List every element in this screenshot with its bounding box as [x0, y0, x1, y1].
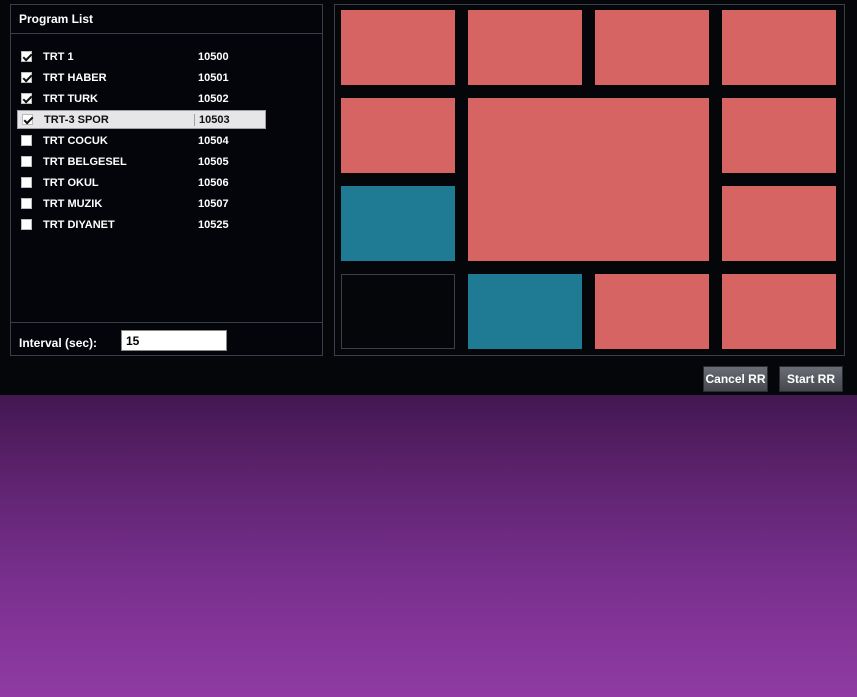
program-row[interactable]: TRT HABER 10501 — [17, 68, 266, 87]
program-id: 10500 — [198, 50, 229, 63]
video-tile[interactable] — [722, 274, 836, 349]
program-row[interactable]: TRT MUZIK 10507 — [17, 194, 266, 213]
program-name: TRT 1 — [43, 50, 74, 63]
program-checkbox[interactable] — [21, 177, 32, 188]
program-row[interactable]: TRT TURK 10502 — [17, 89, 266, 108]
program-checkbox[interactable] — [21, 219, 32, 230]
program-checkbox[interactable] — [21, 156, 32, 167]
video-tile[interactable] — [722, 98, 836, 173]
video-tile[interactable] — [341, 186, 455, 261]
program-checkbox[interactable] — [21, 51, 32, 62]
video-tile[interactable] — [341, 274, 455, 349]
program-name: TRT OKUL — [43, 176, 99, 189]
program-list-panel: Program List TRT 1 10500 TRT HABER 10501 TRT… — [10, 4, 323, 356]
program-checkbox[interactable] — [22, 114, 33, 125]
interval-input[interactable] — [121, 330, 227, 351]
program-id: 10505 — [198, 155, 229, 168]
program-row[interactable]: TRT 1 10500 — [17, 47, 266, 66]
video-tile[interactable] — [341, 98, 455, 173]
video-tile[interactable] — [722, 186, 836, 261]
program-checkbox[interactable] — [21, 198, 32, 209]
program-checkbox[interactable] — [21, 72, 32, 83]
program-id: 10504 — [198, 134, 229, 147]
program-name: TRT MUZIK — [43, 197, 103, 210]
program-name: TRT BELGESEL — [43, 155, 127, 168]
program-name: TRT-3 SPOR — [44, 113, 109, 126]
program-checkbox[interactable] — [21, 135, 32, 146]
program-id: 10501 — [198, 71, 229, 84]
program-id: 10502 — [198, 92, 229, 105]
program-row[interactable]: TRT DIYANET 10525 — [17, 215, 266, 234]
program-name: TRT TURK — [43, 92, 98, 105]
program-row[interactable]: TRT-3 SPOR 10503 — [17, 110, 266, 129]
program-name: TRT DIYANET — [43, 218, 115, 231]
video-tile[interactable] — [341, 10, 455, 85]
interval-label: Interval (sec): — [19, 336, 98, 350]
video-tile[interactable] — [595, 274, 709, 349]
video-tile[interactable] — [468, 274, 582, 349]
reflection-area: Program List TRT 110500TRT HABER10501TRT… — [0, 395, 857, 697]
reflection-tint — [0, 395, 857, 697]
video-tile[interactable] — [468, 98, 709, 261]
program-id: 10503 — [194, 113, 259, 126]
program-checkbox[interactable] — [21, 93, 32, 104]
video-tile[interactable] — [468, 10, 582, 85]
program-name: TRT COCUK — [43, 134, 108, 147]
mosaic-grid — [334, 4, 845, 356]
panel-title: Program List — [19, 12, 94, 26]
start-rr-button[interactable]: Start RR — [779, 366, 843, 392]
program-id: 10507 — [198, 197, 229, 210]
program-row[interactable]: TRT OKUL 10506 — [17, 173, 266, 192]
program-list[interactable]: TRT 1 10500 TRT HABER 10501 TRT TURK 10502 TRT… — [11, 33, 322, 323]
program-row[interactable]: TRT COCUK 10504 — [17, 131, 266, 150]
main-frame: Program List TRT 1 10500 TRT HABER 10501 TRT… — [0, 0, 857, 395]
app-window: Program List TRT 1 10500 TRT HABER 10501 TRT… — [0, 0, 857, 697]
program-name: TRT HABER — [43, 71, 107, 84]
program-id: 10525 — [198, 218, 229, 231]
program-row[interactable]: TRT BELGESEL 10505 — [17, 152, 266, 171]
cancel-rr-button[interactable]: Cancel RR — [703, 366, 768, 392]
video-tile[interactable] — [722, 10, 836, 85]
program-id: 10506 — [198, 176, 229, 189]
video-tile[interactable] — [595, 10, 709, 85]
